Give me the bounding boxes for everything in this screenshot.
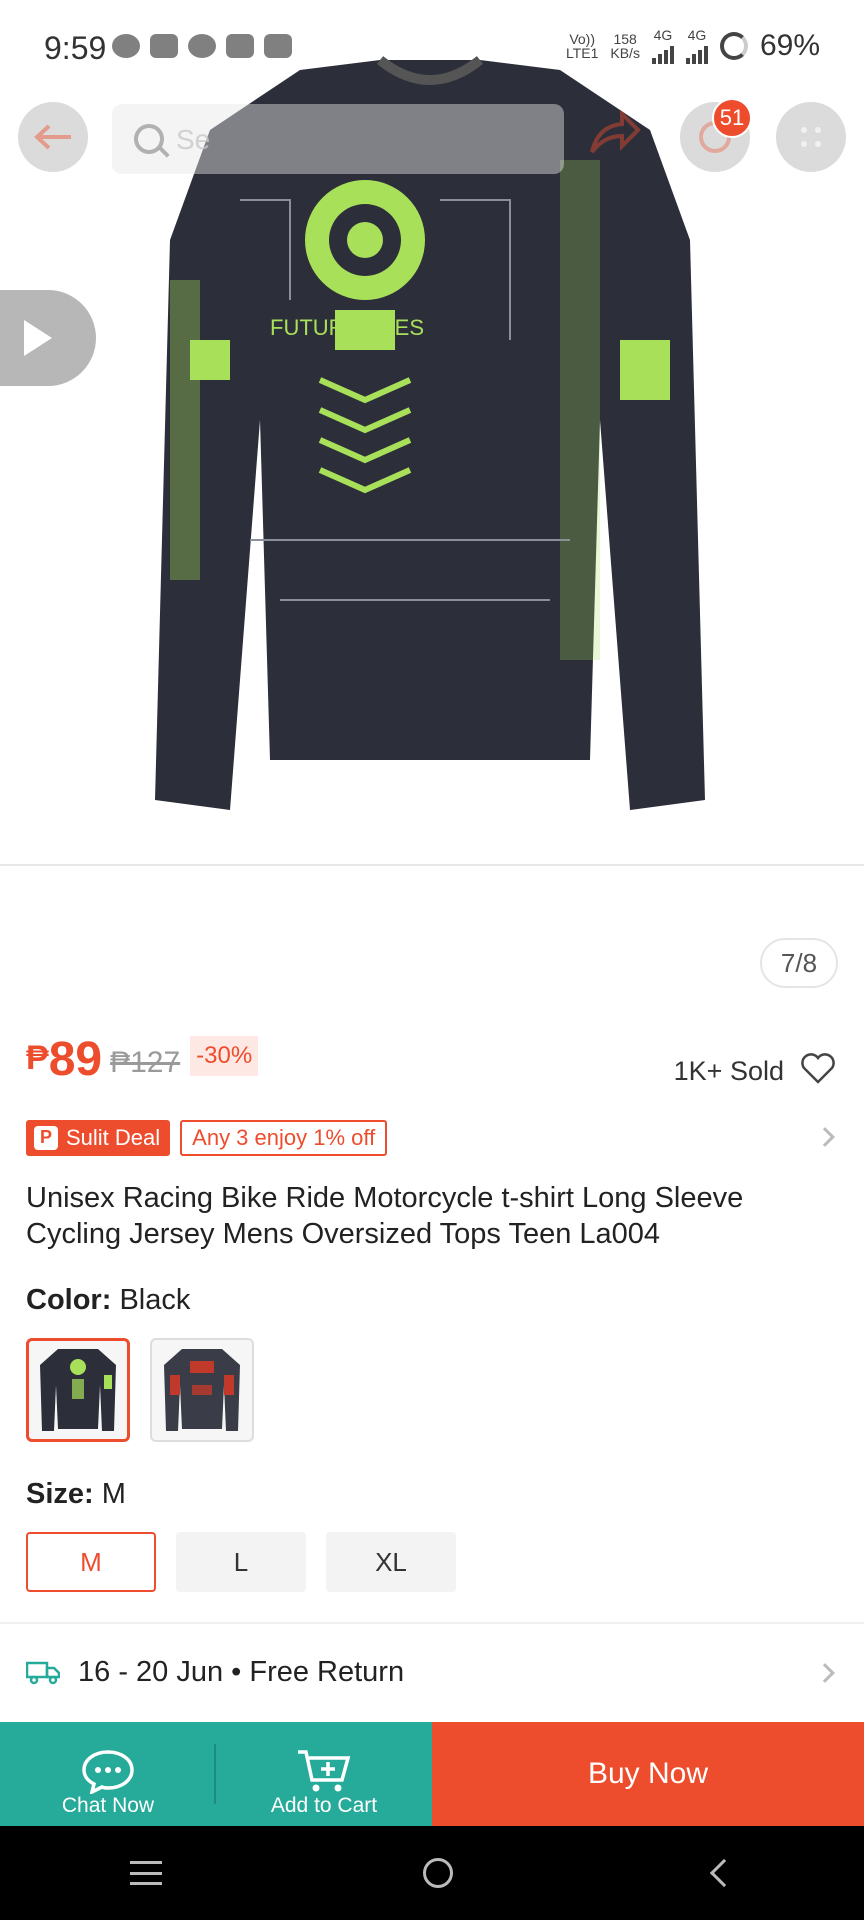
sim2-type: 4G xyxy=(687,27,707,43)
original-price: ₱127 xyxy=(110,1046,181,1079)
color-label-line: Color: Black xyxy=(26,1284,190,1317)
chat-icon xyxy=(82,1750,134,1794)
size-label-line: Size: M xyxy=(26,1478,126,1511)
divider xyxy=(0,1622,864,1624)
add-to-cart-label: Add to Cart xyxy=(270,1794,378,1817)
chat-bubble-icon xyxy=(112,34,140,58)
current-price: 89 xyxy=(48,1033,103,1086)
price-currency: ₱ xyxy=(26,1039,49,1077)
size-label: Size: xyxy=(26,1478,94,1510)
status-time: 9:59 xyxy=(44,30,107,66)
discount-badge: -30% xyxy=(190,1036,259,1076)
jersey-thumbnail xyxy=(164,1349,240,1431)
cloud-icon xyxy=(264,34,292,58)
chevron-right-icon[interactable] xyxy=(815,1127,835,1147)
sulit-deal-label: Sulit Deal xyxy=(66,1125,161,1150)
gear-icon xyxy=(226,34,254,58)
color-swatch-red[interactable] xyxy=(150,1338,254,1442)
promo-chip: Any 3 enjoy 1% off xyxy=(180,1120,388,1156)
more-dots-icon xyxy=(801,127,821,147)
color-swatch-black[interactable] xyxy=(26,1338,130,1442)
more-button[interactable] xyxy=(776,102,846,172)
shipping-text: 16 - 20 Jun • Free Return xyxy=(78,1655,405,1688)
shipping-row[interactable]: 16 - 20 Jun • Free Return xyxy=(26,1652,404,1692)
system-navigation-bar xyxy=(0,1826,864,1920)
system-back-button[interactable] xyxy=(709,1858,738,1888)
size-option-xl[interactable]: XL xyxy=(326,1532,456,1592)
add-cart-icon xyxy=(298,1750,351,1792)
size-option-l[interactable]: L xyxy=(176,1532,306,1592)
size-selected: M xyxy=(101,1478,126,1510)
volte-top: Vo)) xyxy=(569,31,595,47)
share-button[interactable] xyxy=(588,108,642,163)
status-bar: 9:59 Vo)) LTE1 158 KB/s 4G 4G 69% xyxy=(0,0,864,100)
add-to-cart-button[interactable]: Add to Cart xyxy=(216,1722,432,1826)
sold-count: 1K+ Sold xyxy=(673,1056,784,1086)
network-speed: 158 KB/s xyxy=(610,32,640,60)
deal-row[interactable]: Sulit Deal Any 3 enjoy 1% off xyxy=(26,1120,388,1156)
battery-icon xyxy=(719,32,748,60)
play-video-button[interactable] xyxy=(0,290,96,386)
volte-indicator: Vo)) LTE1 xyxy=(566,32,598,60)
battery-percentage: 69% xyxy=(759,29,820,62)
jersey-thumbnail xyxy=(40,1349,116,1431)
size-option-m[interactable]: M xyxy=(26,1532,156,1592)
svg-text:FUTURE EYES: FUTURE EYES xyxy=(270,315,424,340)
signal-bars-icon xyxy=(685,42,708,64)
hd-icon xyxy=(150,34,178,58)
chat-now-button[interactable]: Chat Now xyxy=(0,1722,216,1826)
thumbs-up-icon xyxy=(34,1126,58,1150)
chat-now-label: Chat Now xyxy=(61,1794,155,1817)
secondary-actions: Chat Now Add to Cart xyxy=(0,1722,432,1826)
heart-icon xyxy=(801,1053,835,1084)
app-icon xyxy=(188,34,216,58)
sim1-type: 4G xyxy=(653,27,673,43)
system-status: Vo)) LTE1 158 KB/s 4G 4G 69% xyxy=(566,28,820,64)
action-bar: Chat Now Add to Cart Buy Now xyxy=(0,1722,864,1826)
notification-icons xyxy=(112,34,292,58)
share-icon xyxy=(590,109,641,154)
sulit-deal-badge: Sulit Deal xyxy=(26,1120,171,1156)
home-button[interactable] xyxy=(422,1858,453,1888)
network-speed-value: 158 xyxy=(613,31,637,47)
delivery-truck-icon xyxy=(26,1661,60,1685)
favorite-button[interactable] xyxy=(800,1052,836,1089)
search-icon xyxy=(134,124,164,154)
color-selected: Black xyxy=(119,1284,191,1316)
recent-apps-button[interactable] xyxy=(130,1861,163,1885)
price-row: ₱ 89 ₱127 -30% xyxy=(26,1033,259,1086)
product-title: Unisex Racing Bike Ride Motorcycle t-shi… xyxy=(26,1182,744,1250)
chevron-right-icon[interactable] xyxy=(815,1663,835,1683)
cart-count-badge: 51 xyxy=(712,98,752,138)
color-label: Color: xyxy=(26,1284,112,1316)
search-placeholder: Se xyxy=(176,124,211,155)
action-divider xyxy=(214,1744,216,1804)
arrow-left-icon xyxy=(34,124,71,150)
buy-now-button[interactable]: Buy Now xyxy=(432,1722,864,1826)
search-input[interactable]: Se xyxy=(112,104,564,174)
sim2-signal: 4G xyxy=(685,27,708,64)
back-button[interactable] xyxy=(18,102,88,172)
network-speed-unit: KB/s xyxy=(610,45,640,61)
image-counter: 7/8 xyxy=(760,938,838,988)
volte-bottom: LTE1 xyxy=(565,45,599,61)
signal-bars-icon xyxy=(651,42,674,64)
sim1-signal: 4G xyxy=(651,27,674,64)
